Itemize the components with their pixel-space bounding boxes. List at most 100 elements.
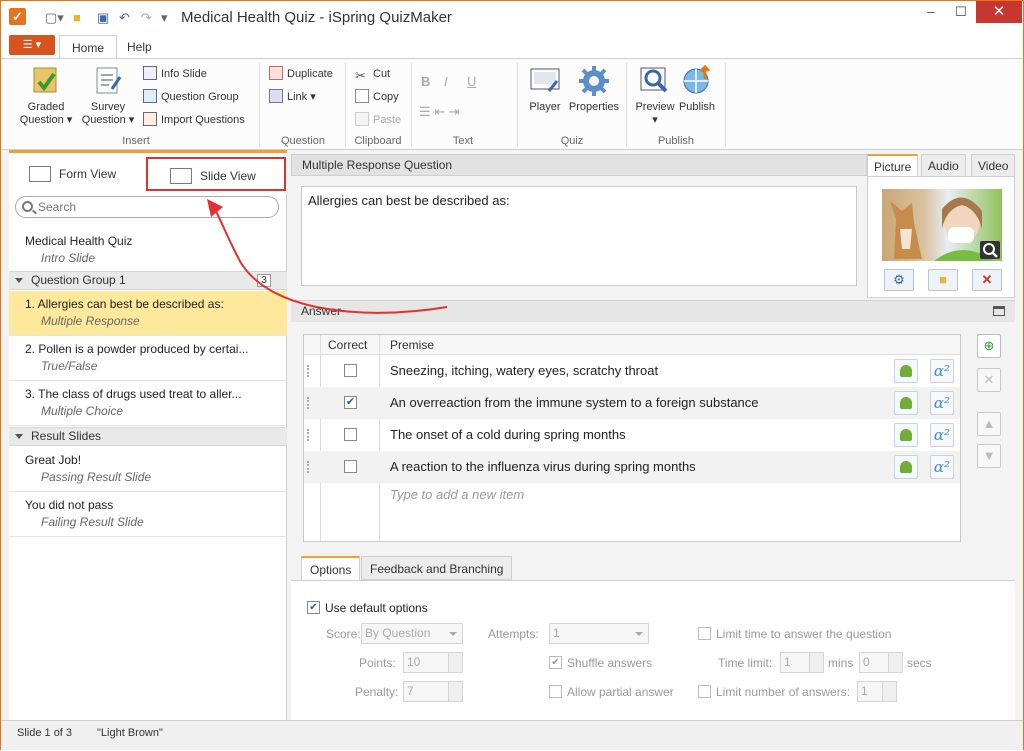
list-item-intro[interactable]: Medical Health Quiz Intro Slide [9,228,287,273]
open-icon[interactable]: ■ [73,10,81,26]
copy-button[interactable]: Copy [355,88,399,106]
answer-row[interactable]: The onset of a cold during spring months… [304,419,960,451]
cut-button[interactable]: ✂ Cut [355,65,390,83]
maximize-button[interactable]: ☐ [946,1,976,23]
limit-answers-checkbox[interactable] [698,685,711,698]
redo-icon[interactable]: ↷ [141,10,152,26]
tab-help[interactable]: Help [115,35,164,59]
drag-handle-icon[interactable] [307,397,311,409]
spinner-icon[interactable] [809,653,823,672]
slide-view-tab[interactable]: Slide View [146,157,286,191]
spinner-icon[interactable] [882,682,896,701]
limit-time-checkbox[interactable] [698,627,711,640]
question-text-field[interactable]: Allergies can best be described as: [301,186,857,286]
correct-checkbox[interactable]: ✔ [344,396,357,409]
paste-button[interactable]: Paste [355,111,401,129]
drag-handle-icon[interactable] [307,365,311,377]
info-slide-button[interactable]: Info Slide [143,65,207,83]
undo-icon[interactable]: ↶ [119,10,130,26]
question-picture[interactable] [882,189,1002,261]
file-menu-button[interactable]: ☰ ▾ [9,35,55,55]
list-item-question-2[interactable]: 2. Pollen is a powder produced by certai… [9,336,287,381]
bullets-icon[interactable]: ☰ ⇤ ⇥ [419,103,460,121]
answer-image-button[interactable] [894,455,918,479]
time-minutes-stepper[interactable]: 1 [780,652,824,673]
list-item-passing-result[interactable]: Great Job! Passing Result Slide [9,447,287,492]
picture-settings-button[interactable]: ⚙ [884,269,914,291]
result-slides-header[interactable]: Result Slides [9,427,287,446]
spinner-icon[interactable] [448,682,462,701]
answer-premise[interactable]: A reaction to the influenza virus during… [390,459,696,474]
use-default-checkbox[interactable]: ✔ [307,601,320,614]
minimize-button[interactable]: – [916,1,946,23]
tab-video[interactable]: Video [971,154,1016,178]
delete-answer-button[interactable]: ✕ [977,368,1001,392]
answer-premise[interactable]: The onset of a cold during spring months [390,427,626,442]
answer-image-button[interactable] [894,359,918,383]
italic-button[interactable]: I [444,73,448,91]
tab-audio[interactable]: Audio [921,154,966,178]
correct-checkbox[interactable] [344,364,357,377]
answer-row[interactable]: ✔ An overreaction from the immune system… [304,387,960,419]
tab-options[interactable]: Options [301,556,361,580]
penalty-stepper[interactable]: 7 [403,681,463,702]
list-item-failing-result[interactable]: You did not pass Failing Result Slide [9,492,287,537]
collapse-panel-icon[interactable] [993,306,1005,316]
list-item-question-3[interactable]: 3. The class of drugs used treat to alle… [9,381,287,426]
survey-question-button[interactable]: Survey Question ▾ [77,65,139,127]
answer-premise[interactable]: An overreaction from the immune system t… [390,395,759,410]
question-group-button[interactable]: Question Group [143,88,239,106]
correct-checkbox[interactable] [344,460,357,473]
picture-open-button[interactable]: ■ [928,269,958,291]
import-questions-button[interactable]: Import Questions [143,111,245,129]
tab-home[interactable]: Home [59,35,118,59]
answer-equation-button[interactable]: α² [930,359,954,383]
preview-button[interactable]: Preview ▾ [633,65,677,127]
drag-handle-icon[interactable] [307,429,311,441]
zoom-icon[interactable] [980,241,1000,259]
publish-button[interactable]: Publish [675,64,719,114]
close-button[interactable]: ✕ [976,1,1022,23]
search-box[interactable] [15,196,279,218]
answer-equation-button[interactable]: α² [930,391,954,415]
time-seconds-stepper[interactable]: 0 [859,652,903,673]
graded-question-button[interactable]: Graded Question ▾ [15,65,77,127]
duplicate-button[interactable]: Duplicate [269,65,333,83]
list-item-question-1[interactable]: 1. Allergies can best be described as: M… [9,291,287,336]
drag-handle-icon[interactable] [307,461,311,473]
save-icon[interactable]: ▣ [97,10,109,26]
answer-row[interactable]: A reaction to the influenza virus during… [304,451,960,483]
partial-answer-checkbox[interactable] [549,685,562,698]
search-input[interactable] [36,198,266,216]
shuffle-checkbox[interactable]: ✔ [549,656,562,669]
bold-button[interactable]: B [421,73,430,91]
attempts-select[interactable]: 1 [549,623,649,644]
customize-icon[interactable]: ▾ [161,10,168,26]
picture-delete-button[interactable]: ✕ [972,269,1002,291]
collapse-triangle-icon[interactable] [15,434,23,439]
properties-button[interactable]: Properties [565,65,623,114]
spinner-icon[interactable] [888,653,902,672]
move-up-button[interactable]: ▲ [977,412,1001,436]
answer-premise[interactable]: Sneezing, itching, watery eyes, scratchy… [390,363,658,378]
answer-image-button[interactable] [894,423,918,447]
collapse-triangle-icon[interactable] [15,278,23,283]
answer-row[interactable]: Sneezing, itching, watery eyes, scratchy… [304,355,960,387]
link-button[interactable]: Link ▾ [269,88,316,106]
form-view-tab[interactable]: Form View [29,157,116,191]
move-down-button[interactable]: ▼ [977,444,1001,468]
add-item-input[interactable]: Type to add a new item [390,487,524,502]
underline-button[interactable]: U [467,73,476,91]
limit-answers-stepper[interactable]: 1 [857,681,897,702]
add-answer-button[interactable]: ⊕ [977,334,1001,358]
points-stepper[interactable]: 10 [403,652,463,673]
tab-picture[interactable]: Picture [867,154,919,178]
score-select[interactable]: By Question [361,623,463,644]
question-group-header[interactable]: Question Group 1 3 [9,271,287,290]
answer-image-button[interactable] [894,391,918,415]
answer-equation-button[interactable]: α² [930,423,954,447]
answer-equation-button[interactable]: α² [930,455,954,479]
new-icon[interactable]: ▢▾ [45,10,64,26]
spinner-icon[interactable] [448,653,462,672]
player-button[interactable]: Player [523,65,567,114]
